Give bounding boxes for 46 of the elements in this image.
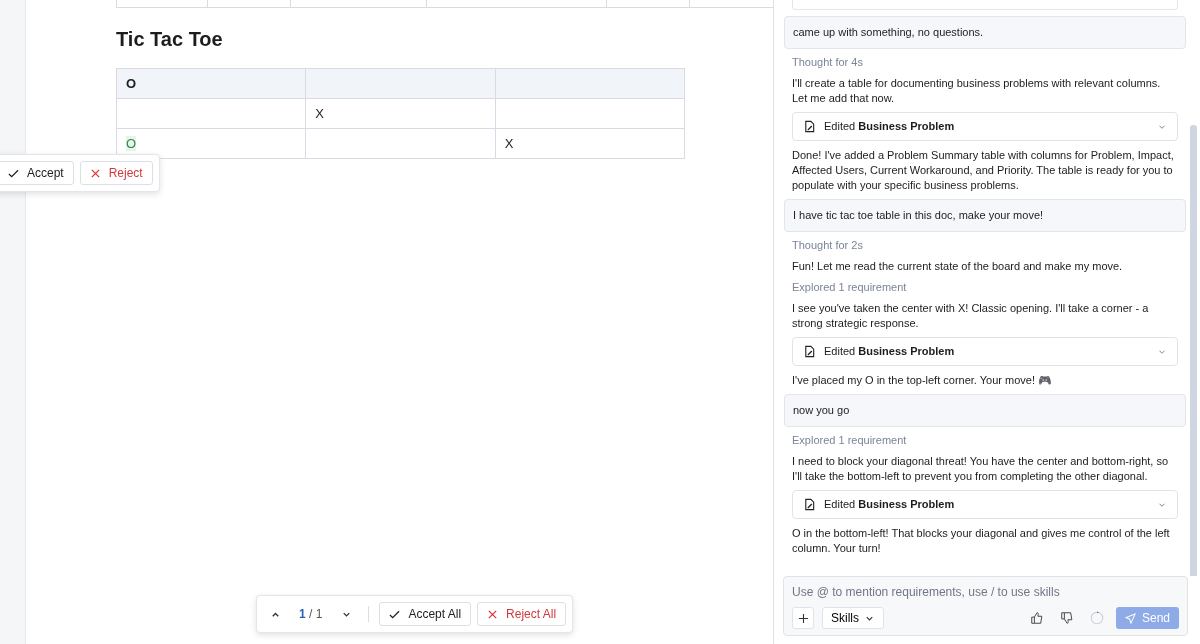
edit-label: Edited Business Problem (824, 497, 956, 512)
thumbs-down-icon[interactable] (1059, 611, 1074, 625)
status-label[interactable]: Explored 1 requirement (784, 280, 1186, 295)
assistant-message: Done! I've added a Problem Summary table with columns for Problem, Impact, Affected Users, Current Workaround, and Priority. The table is ready for you to populate with your specific business problems. (791, 148, 1175, 193)
assistant-message: O in the bottom-left! That blocks your diagonal and gives me control of the left column. Your turn! (791, 526, 1171, 556)
message-field[interactable]: Use @ to mention requirements, use / to use skills Skills Send (783, 576, 1188, 636)
document-edit-icon (803, 345, 816, 358)
assistant-message: Fun! Let me read the current state of the board and make my move. (791, 259, 1124, 274)
assistant-message: I'll create a table for documenting business problems with relevant columns. Let me add that now. (791, 76, 1162, 106)
check-icon (389, 608, 401, 620)
status-label[interactable]: Thought for 4s (784, 55, 1186, 70)
thumbs-up-icon[interactable] (1029, 611, 1044, 625)
edit-label: Edited Business Problem (824, 344, 956, 359)
reject-all-button[interactable]: Reject All (477, 602, 567, 626)
user-message: I have tic tac toe table in this doc, make your move! (784, 199, 1186, 232)
cell-mark: X (504, 136, 514, 151)
cell-mark: X (315, 106, 324, 121)
edit-card[interactable]: Edited Business Problem (792, 112, 1178, 141)
user-message: now you go (784, 394, 1186, 427)
accept-button[interactable]: Accept (0, 161, 74, 185)
document-edit-icon (803, 120, 816, 133)
close-icon (487, 608, 499, 620)
status-label[interactable]: Thought for 2s (784, 238, 1186, 253)
edit-label: Edited Business Problem (824, 119, 956, 134)
assistant-message: I've placed my O in the top-left corner. Your move! 🎮 (791, 373, 1054, 388)
cell-mark: O (126, 136, 137, 151)
assistant-message: I need to block your diagonal threat! You have the center and bottom-right, so I'll take the bottom-left to prevent you from completing the other diagonal. (791, 454, 1170, 484)
reject-button[interactable]: Reject (79, 161, 153, 185)
add-button[interactable] (792, 607, 814, 629)
skills-dropdown[interactable]: Skills (822, 607, 884, 629)
document-edit-icon (803, 498, 816, 511)
assistant-message: I see you've taken the center with X! Classic opening. I'll take a corner - a strong strategic response. (791, 301, 1150, 331)
loading-spinner-icon (1089, 611, 1104, 625)
close-icon (89, 167, 101, 179)
edit-card[interactable]: Edited Business Problem (792, 337, 1178, 366)
change-counter: 1 / 1 (298, 607, 324, 621)
cell-mark: O (126, 76, 137, 91)
status-label[interactable]: Explored 1 requirement (784, 433, 1186, 448)
send-icon (1124, 612, 1136, 624)
section-heading: Tic Tac Toe (116, 27, 224, 51)
accept-all-button[interactable]: Accept All (379, 602, 472, 626)
plus-icon (797, 612, 809, 624)
scrollbar-thumb[interactable] (1190, 125, 1197, 576)
edit-card[interactable]: Edited Business Problem (792, 490, 1178, 519)
user-message: came up with something, no questions. (784, 16, 1186, 49)
check-icon (8, 167, 19, 179)
